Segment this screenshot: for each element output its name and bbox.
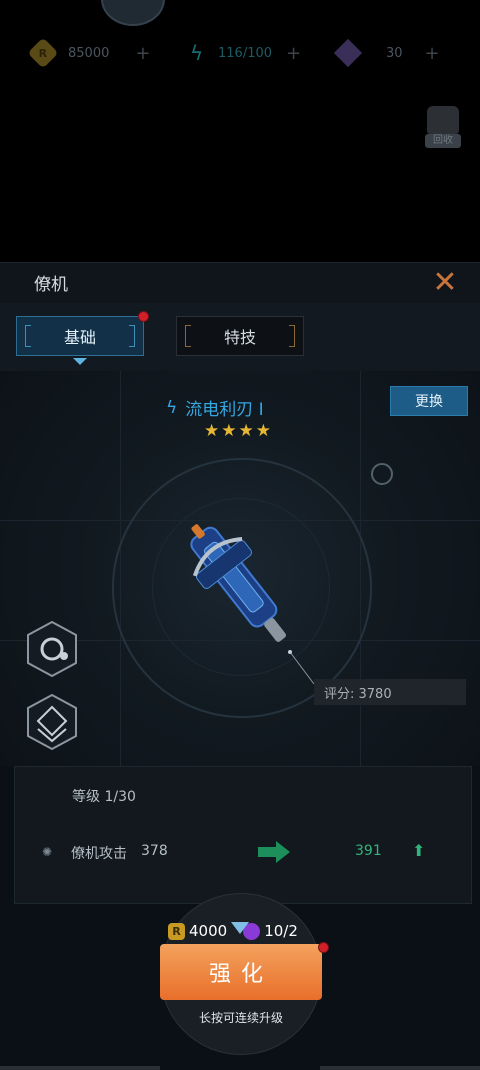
recycle-button[interactable]: 回收 xyxy=(423,106,463,150)
energy-value: 116/100 xyxy=(218,45,273,61)
attack-label: 僚机攻击 xyxy=(71,846,127,862)
cost-coin-value: 4000 xyxy=(189,922,228,940)
arrow-right-icon xyxy=(258,841,290,863)
bottom-bar xyxy=(320,1066,480,1070)
lightning-icon: ϟ xyxy=(190,41,204,65)
tab-indicator xyxy=(73,358,87,365)
swap-button[interactable]: 更换 xyxy=(390,386,468,416)
tab-skill[interactable]: 特技 xyxy=(176,316,304,356)
lightning-icon: ϟ xyxy=(166,397,178,418)
wingman-weapon-model xyxy=(190,524,286,642)
add-energy-button[interactable]: + xyxy=(286,43,301,64)
coin-resource: R 85000 + xyxy=(27,37,150,69)
add-coin-button[interactable]: + xyxy=(135,43,150,64)
gem-icon xyxy=(333,38,363,68)
add-gem-button[interactable]: + xyxy=(425,43,440,64)
weapon-name-text: 流电利刃 I xyxy=(185,400,264,420)
attack-current-value: 378 xyxy=(141,843,168,859)
score-label: 评分: 3780 xyxy=(314,679,466,705)
level-text: 等级 1/30 xyxy=(72,789,136,805)
attack-icon: ✺ xyxy=(42,845,53,859)
panel-title: 僚机 xyxy=(34,275,68,295)
cost-divider-icon xyxy=(231,922,249,934)
attack-next-value: 391 xyxy=(355,843,382,859)
upgrade-button[interactable]: 强化 xyxy=(160,944,322,1000)
recycle-label: 回收 xyxy=(425,134,461,148)
arrow-up-icon: ⬆ xyxy=(412,841,426,860)
star-rating: ★★★★ xyxy=(204,421,273,441)
gem-value: 30 xyxy=(386,45,403,61)
panel-header xyxy=(0,262,480,303)
notification-dot xyxy=(138,311,149,322)
tab-basic[interactable]: 基础 xyxy=(16,316,144,356)
tab-skill-label: 特技 xyxy=(223,328,256,347)
rank-hex-icon[interactable] xyxy=(26,693,78,751)
coin-value: 85000 xyxy=(68,45,110,61)
tab-basic-label: 基础 xyxy=(63,328,96,347)
notification-dot xyxy=(318,942,329,953)
recycle-icon xyxy=(427,106,459,134)
hold-hint: 长按可连续升级 xyxy=(198,1011,283,1025)
close-icon[interactable]: ✕ xyxy=(430,268,460,298)
avatar[interactable] xyxy=(101,0,165,26)
energy-resource: ϟ 116/100 + xyxy=(190,40,301,66)
target-icon xyxy=(371,463,393,485)
weapon-name: ϟ 流电利刃 I xyxy=(166,395,316,421)
gem-resource: 30 + xyxy=(333,38,440,68)
coin-icon: R xyxy=(27,37,59,69)
cost-item-value: 10/2 xyxy=(264,922,298,940)
coin-icon: R xyxy=(168,922,185,940)
bottom-bar xyxy=(0,1066,160,1070)
skill-hex-icon[interactable] xyxy=(26,620,78,678)
